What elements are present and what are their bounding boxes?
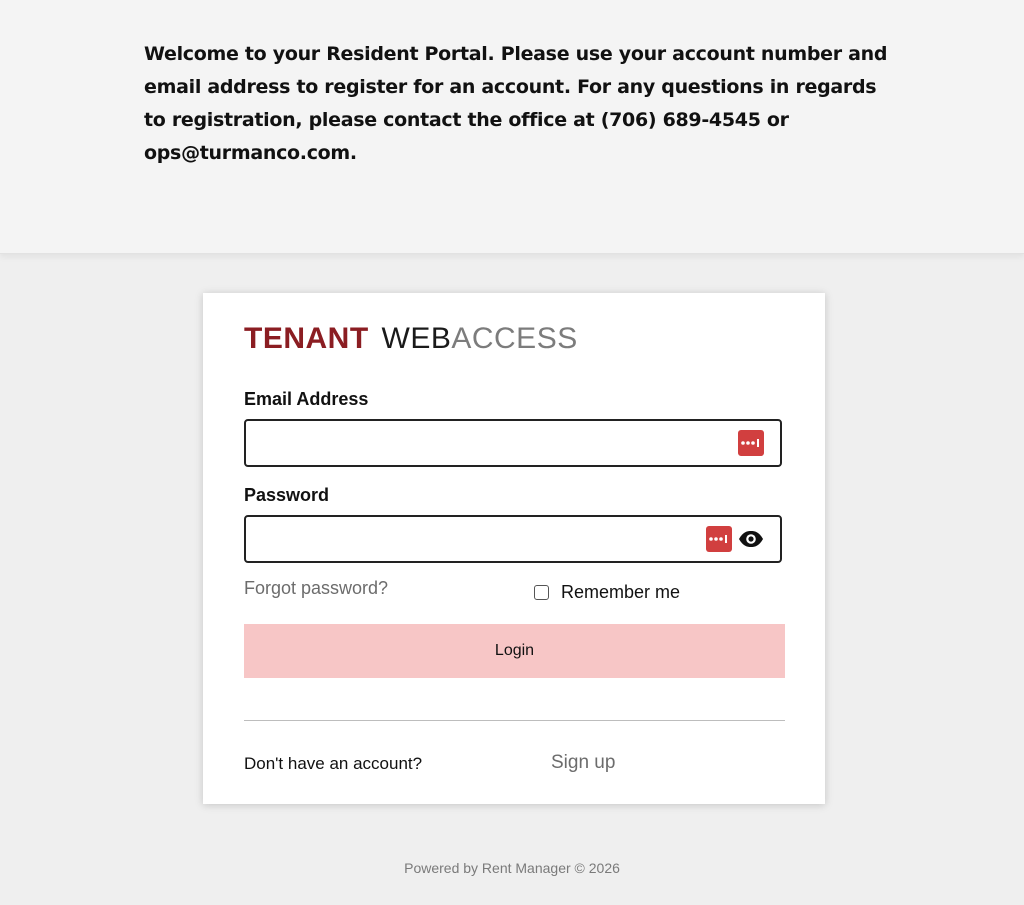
- remember-me-checkbox[interactable]: [534, 585, 549, 600]
- remember-me-label: Remember me: [561, 582, 681, 602]
- password-manager-icon[interactable]: [706, 526, 732, 552]
- footer-powered-by: Powered by Rent Manager © 2026: [404, 860, 620, 876]
- password-field-wrapper: [244, 515, 782, 563]
- welcome-banner: Welcome to your Resident Portal. Please …: [0, 0, 1024, 254]
- password-field[interactable]: [246, 517, 780, 561]
- brand-logo: TENANT WEBACCESS: [244, 322, 578, 356]
- sign-up-link[interactable]: Sign up: [551, 752, 615, 774]
- login-card: TENANT WEBACCESS Email Address Password: [203, 293, 825, 804]
- password-manager-icon[interactable]: [738, 430, 764, 456]
- divider: [244, 720, 785, 721]
- brand-web: WEB: [381, 322, 452, 355]
- brand-access: ACCESS: [451, 322, 578, 355]
- show-password-eye-icon[interactable]: [738, 529, 764, 549]
- forgot-password-link[interactable]: Forgot password?: [244, 578, 388, 599]
- email-field[interactable]: [246, 421, 780, 465]
- email-field-wrapper: [244, 419, 782, 467]
- no-account-text: Don't have an account?: [244, 754, 423, 773]
- email-label: Email Address: [244, 389, 369, 409]
- remember-me-control[interactable]: Remember me: [534, 582, 680, 603]
- login-button[interactable]: Login: [244, 624, 785, 678]
- welcome-text: Welcome to your Resident Portal. Please …: [144, 43, 888, 164]
- brand-tenant: TENANT: [244, 322, 369, 355]
- password-label: Password: [244, 485, 330, 505]
